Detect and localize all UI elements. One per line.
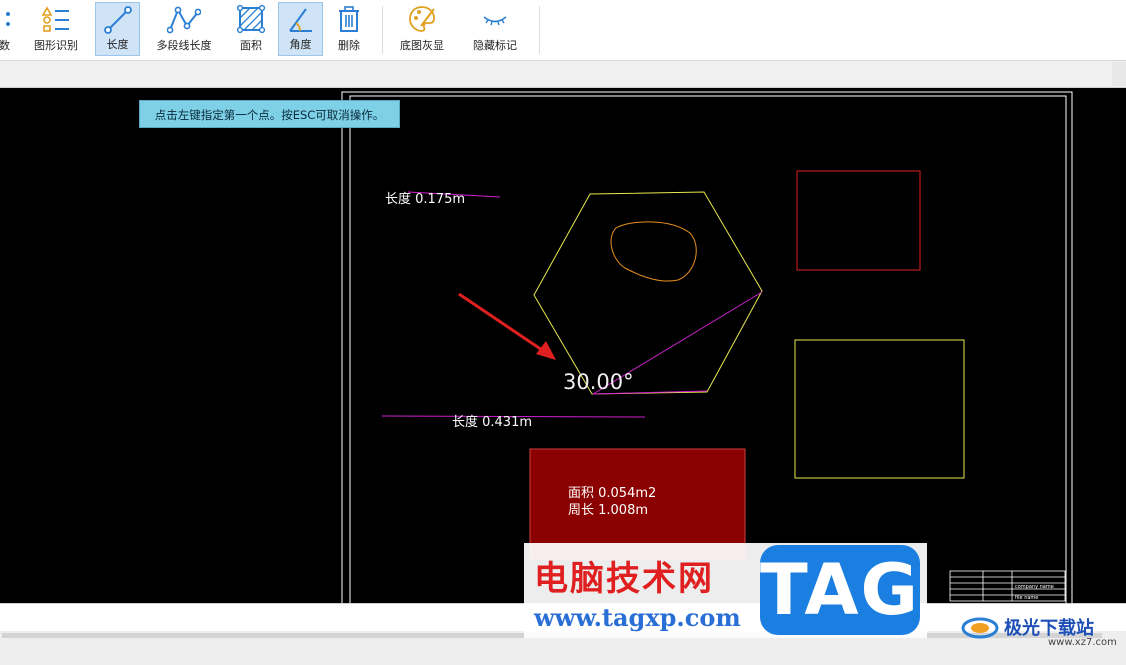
area-button[interactable]: 面积 bbox=[229, 2, 273, 56]
length-button[interactable]: 长度 bbox=[95, 2, 140, 56]
eye-closed-icon bbox=[483, 16, 507, 26]
title-block-company: company name bbox=[1015, 584, 1054, 590]
area-icon bbox=[236, 4, 266, 34]
polyline-length-icon bbox=[167, 6, 201, 34]
drawing-canvas[interactable]: 点击左键指定第一个点。按ESC可取消操作。 长度 0.175m 长度 0.431… bbox=[0, 88, 1126, 603]
length-label-1: 长度 0.175m bbox=[385, 192, 466, 207]
toolbar-item-label: 图形识别 bbox=[34, 39, 78, 52]
red-rectangle bbox=[796, 170, 921, 271]
site-logo: 极光下载站 www.xz7.com bbox=[960, 612, 1126, 648]
hide-markers-button[interactable]: 隐藏标记 bbox=[466, 2, 524, 56]
delete-button[interactable]: 删除 bbox=[328, 2, 370, 56]
drawing-svg bbox=[341, 91, 1073, 603]
toolbar-item-label: 数 bbox=[0, 39, 10, 52]
trash-icon bbox=[339, 6, 359, 32]
angle-icon bbox=[288, 8, 312, 32]
shape-recognize-icon bbox=[41, 6, 69, 32]
toolbar-item-label: 面积 bbox=[240, 39, 262, 52]
toolbar: 数 图形识别 长度 多段线长度 面积 角度 删除 底图灰显 隐藏标记 bbox=[0, 0, 1126, 61]
toolbar-item-label: 隐藏标记 bbox=[473, 39, 517, 52]
watermark-title: 电脑技术网 bbox=[534, 559, 714, 599]
scroll-up-button[interactable] bbox=[1112, 62, 1126, 86]
polyline-length-button[interactable]: 多段线长度 bbox=[150, 2, 218, 56]
watermark: 电脑技术网 www.tagxp.com TAG bbox=[524, 543, 927, 638]
toolbar-item-label: 长度 bbox=[106, 38, 129, 51]
watermark-tag-logo: TAG bbox=[760, 545, 920, 635]
angle-button[interactable]: 角度 bbox=[278, 2, 323, 56]
toolbar-item-label: 底图灰显 bbox=[400, 39, 444, 52]
toolbar-item-label: 角度 bbox=[289, 38, 312, 51]
length-icon bbox=[103, 6, 132, 34]
title-block-file: file name bbox=[1015, 595, 1039, 601]
dots-icon bbox=[6, 12, 10, 26]
operation-hint: 点击左键指定第一个点。按ESC可取消操作。 bbox=[139, 100, 400, 128]
perimeter-label: 周长 1.008m bbox=[568, 503, 649, 518]
sub-toolbar bbox=[0, 61, 1126, 88]
toolbar-item-partial[interactable]: 数 bbox=[0, 2, 16, 56]
watermark-url: www.tagxp.com bbox=[534, 603, 741, 632]
site-logo-icon bbox=[961, 617, 999, 639]
gray-basemap-button[interactable]: 底图灰显 bbox=[392, 2, 452, 56]
shape-recognize-button[interactable]: 图形识别 bbox=[28, 2, 84, 56]
toolbar-separator bbox=[539, 6, 540, 54]
red-arrow-line bbox=[458, 292, 549, 356]
yellow-rectangle bbox=[794, 339, 965, 479]
angle-label: 30.00° bbox=[563, 370, 634, 394]
red-arrow-head bbox=[536, 341, 556, 360]
length-label-2: 长度 0.431m bbox=[452, 415, 533, 430]
watermark-tag-text: TAG bbox=[760, 549, 920, 631]
freeform-shape bbox=[610, 221, 697, 282]
site-url: www.xz7.com bbox=[1048, 637, 1117, 648]
toolbar-separator bbox=[382, 6, 383, 54]
palette-icon bbox=[409, 6, 435, 32]
toolbar-item-label: 删除 bbox=[338, 39, 360, 52]
toolbar-item-label: 多段线长度 bbox=[156, 39, 212, 52]
